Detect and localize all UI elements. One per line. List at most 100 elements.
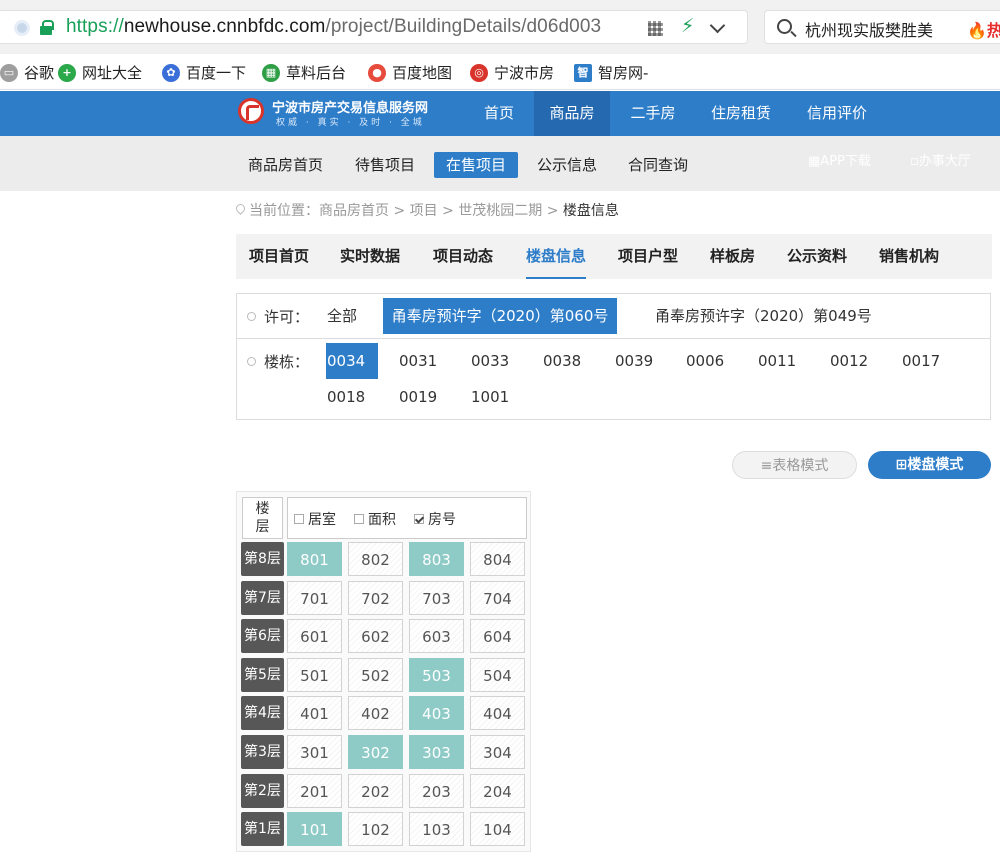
room-cell[interactable]: 704 [470,580,525,615]
subnav-item-5[interactable]: 合同查询 [628,152,688,178]
breadcrumb-link-2[interactable]: 项目 [410,203,438,219]
room-cell[interactable]: 104 [470,812,525,847]
room-cell[interactable]: 603 [409,619,464,654]
filter-panel: 许可： 全部 甬奉房预许字（2020）第060号 甬奉房预许字（2020）第049号… [236,293,991,420]
room-cell[interactable]: 302 [348,735,403,769]
breadcrumb-link-1[interactable]: 商品房首页 [319,203,389,219]
room-cell[interactable]: 102 [348,812,403,847]
subnav-item-2[interactable]: 待售项目 [355,152,415,178]
room-cell[interactable]: 604 [470,619,525,654]
qrcode-icon[interactable] [648,21,663,36]
room-cell[interactable]: 403 [409,696,464,731]
room-cell[interactable]: 404 [470,696,525,731]
building-mode-button[interactable]: ⊞楼盘模式 [868,451,991,479]
bookmark-3[interactable]: ✿ 百度一下 [162,62,246,83]
address-bar[interactable]: https://newhouse.cnnbfdc.com/project/Bui… [0,10,748,44]
room-cell[interactable]: 501 [287,657,342,692]
tab-7[interactable]: 公示资料 [787,234,847,279]
room-cell[interactable]: 601 [287,619,342,654]
nav-item-4[interactable]: 住房租赁 [696,91,786,136]
floor-grid: 楼层 居室 面积 房号 第8层 801 802 803 804 第7层 701 702 703 704… [236,491,531,852]
room-cell[interactable]: 204 [470,773,525,808]
tab-1[interactable]: 项目首页 [249,234,309,279]
tab-2[interactable]: 实时数据 [340,234,400,279]
browser-search-box[interactable]: 杭州现实版樊胜美 🔥热 [764,10,1000,44]
permit-option-3[interactable]: 甬奉房预许字（2020）第049号 [655,298,872,334]
room-cell[interactable]: 101 [287,812,342,847]
display-option-1[interactable]: 居室 [294,509,336,529]
bookmark-6[interactable]: ◎ 宁波市房 [470,62,554,83]
subnav-item-3[interactable]: 在售项目 [434,152,519,178]
permit-option-2[interactable]: 甬奉房预许字（2020）第060号 [383,298,617,334]
subnav-item-1[interactable]: 商品房首页 [248,152,323,178]
permit-option-1[interactable]: 全部 [327,298,357,334]
building-option-0011[interactable]: 0011 [758,343,796,379]
checkbox-icon[interactable] [294,514,304,524]
nav-item-1[interactable]: 首页 [470,91,528,136]
building-option-0034[interactable]: 0034 [326,343,378,379]
table-mode-button[interactable]: ≡表格模式 [732,451,857,479]
building-option-0012[interactable]: 0012 [830,343,868,379]
search-icon[interactable] [777,19,792,34]
checkbox-icon[interactable] [354,514,364,524]
room-cell[interactable]: 802 [348,542,403,576]
building-option-0038[interactable]: 0038 [543,343,581,379]
site-logo-icon[interactable] [238,98,264,124]
room-cell[interactable]: 303 [409,735,464,769]
tab-8[interactable]: 销售机构 [879,234,939,279]
site-title[interactable]: 宁波市房产交易信息服务网 [272,97,428,116]
room-cell[interactable]: 201 [287,773,342,808]
room-cell[interactable]: 401 [287,696,342,731]
room-cell[interactable]: 504 [470,657,525,692]
building-label-text: 楼栋： [264,353,310,371]
building-option-0031[interactable]: 0031 [399,343,437,379]
room-cell[interactable]: 301 [287,735,342,769]
room-cell[interactable]: 801 [287,542,342,576]
tab-4[interactable]: 楼盘信息 [526,234,587,279]
floor-label: 第5层 [241,657,284,692]
url-text[interactable]: https://newhouse.cnnbfdc.com/project/Bui… [66,16,601,38]
display-option-3[interactable]: 房号 [414,509,456,529]
lock-icon[interactable] [40,20,54,35]
service-hall-link[interactable]: ▫办事大厅 [910,150,971,169]
nav-item-5[interactable]: 信用评价 [792,91,882,136]
subnav-item-4[interactable]: 公示信息 [537,152,597,178]
room-cell[interactable]: 203 [409,773,464,808]
lightning-icon[interactable]: ⚡ [681,15,694,37]
checkbox-icon[interactable] [414,514,424,524]
building-option-0006[interactable]: 0006 [686,343,724,379]
nav-item-2[interactable]: 商品房 [534,91,610,136]
display-option-2[interactable]: 面积 [354,509,396,529]
room-cell[interactable]: 702 [348,580,403,615]
building-option-0033[interactable]: 0033 [471,343,509,379]
bookmark-1[interactable]: ▭ 谷歌 [0,62,54,83]
building-option-0017[interactable]: 0017 [902,343,940,379]
chevron-down-icon[interactable] [709,17,726,34]
tab-3[interactable]: 项目动态 [433,234,493,279]
room-cell[interactable]: 602 [348,619,403,654]
room-cell[interactable]: 503 [409,657,464,692]
search-suggestion[interactable]: 杭州现实版樊胜美 [805,17,933,41]
building-option-0039[interactable]: 0039 [615,343,653,379]
app-download-link[interactable]: ▦APP下载 [808,150,871,169]
building-option-0019[interactable]: 0019 [399,379,437,415]
room-cell[interactable]: 103 [409,812,464,847]
room-cell[interactable]: 202 [348,773,403,808]
breadcrumb-link-3[interactable]: 世茂桃园二期 [458,203,542,219]
room-cell[interactable]: 402 [348,696,403,731]
room-cell[interactable]: 803 [409,542,464,576]
nav-item-3[interactable]: 二手房 [614,91,692,136]
room-cell[interactable]: 502 [348,657,403,692]
tab-6[interactable]: 样板房 [710,234,755,279]
bookmark-2[interactable]: + 网址大全 [58,62,142,83]
bookmark-7[interactable]: 智智房网- [574,62,648,83]
bookmark-4[interactable]: ▦ 草料后台 [262,62,346,83]
room-cell[interactable]: 703 [409,580,464,615]
tab-5[interactable]: 项目户型 [618,234,678,279]
building-option-1001[interactable]: 1001 [471,379,509,415]
room-cell[interactable]: 304 [470,735,525,769]
room-cell[interactable]: 701 [287,580,342,615]
bookmark-5[interactable]: ● 百度地图 [368,62,452,83]
room-cell[interactable]: 804 [470,542,525,576]
building-option-0018[interactable]: 0018 [327,379,365,415]
